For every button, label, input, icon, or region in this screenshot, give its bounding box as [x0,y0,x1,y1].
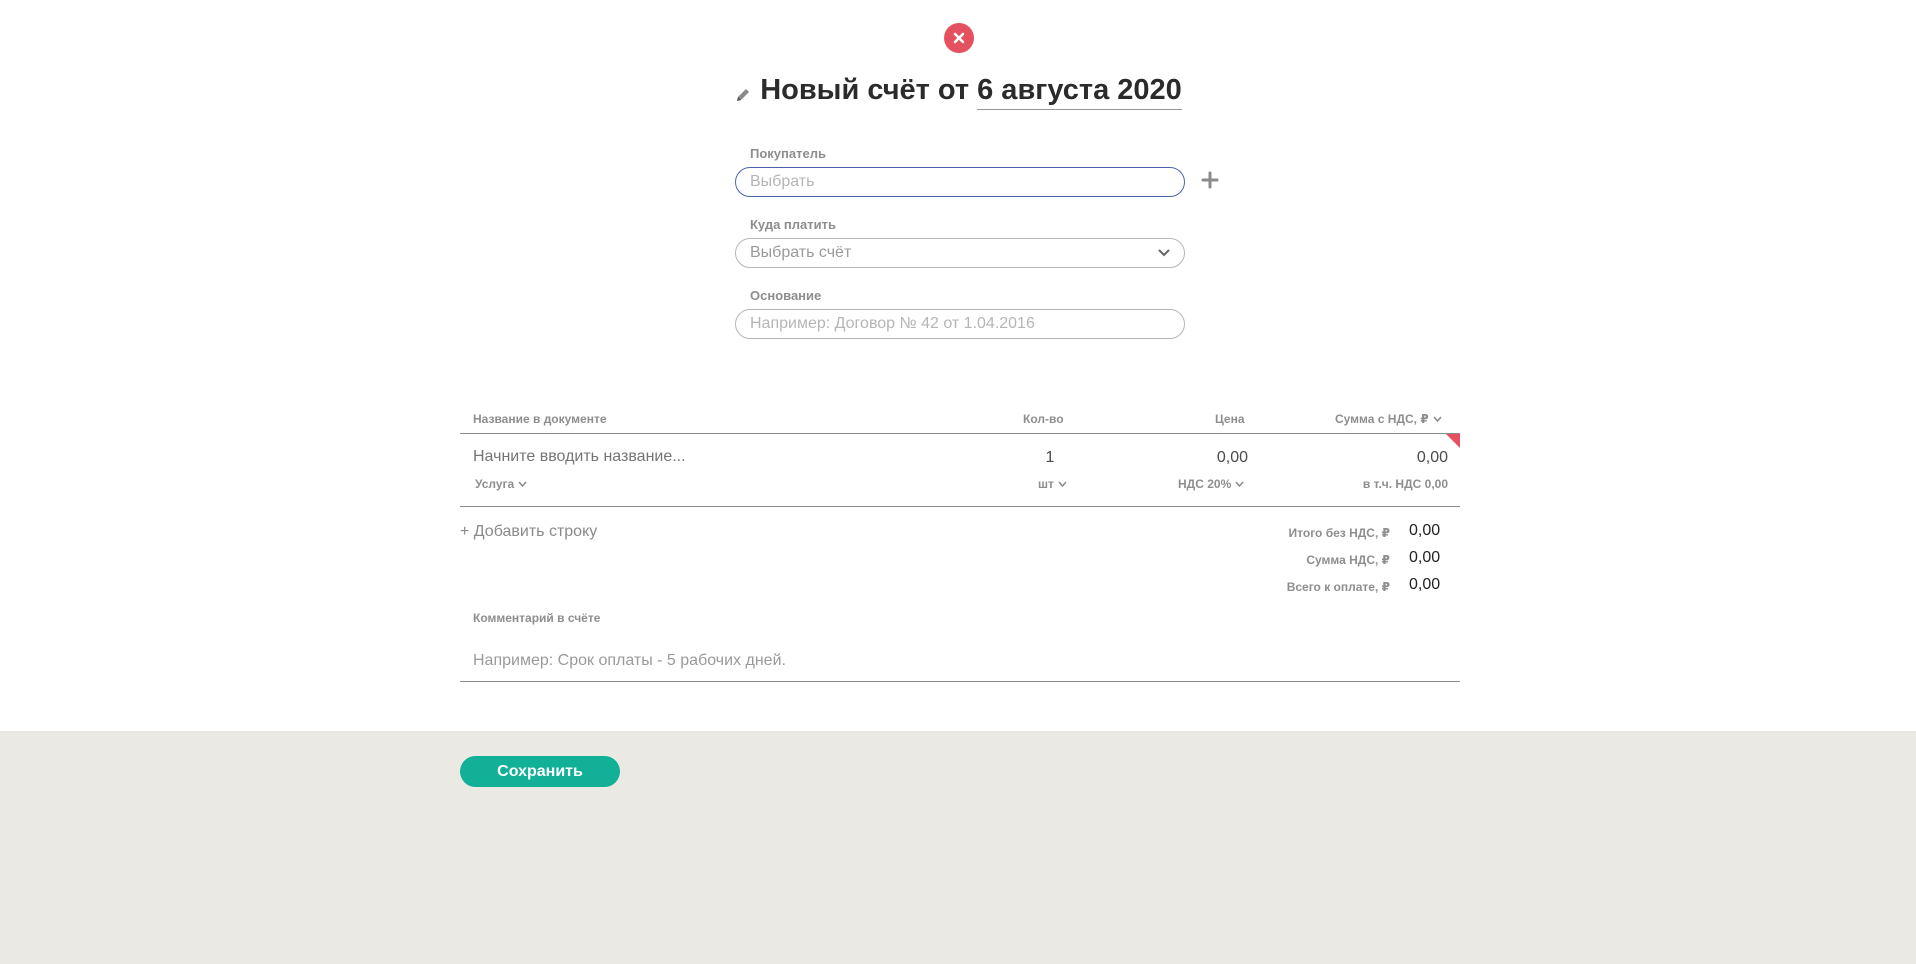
vat-total-label: Сумма НДС, ₽ [1306,553,1390,567]
item-type-select[interactable]: Услуга [475,477,527,491]
chevron-down-icon [518,481,527,487]
basis-input[interactable] [735,309,1185,339]
pay-to-select[interactable]: Выбрать счёт [735,238,1185,268]
close-button[interactable] [944,23,974,53]
chevron-down-icon [1158,249,1170,257]
pay-to-value: Выбрать счёт [750,244,852,261]
item-qty[interactable]: 1 [1025,449,1075,467]
item-unit-label: шт [1038,477,1054,491]
item-price[interactable]: 0,00 [1160,449,1248,467]
pencil-icon[interactable] [734,86,752,104]
column-qty-header: Кол-во [1023,412,1064,426]
required-marker [1446,434,1460,448]
save-button[interactable]: Сохранить [460,756,620,787]
footer-bar [0,731,1916,964]
item-vat-included: в т.ч. НДС 0,00 [1362,477,1448,491]
buyer-label: Покупатель [750,146,826,161]
item-name-input[interactable] [473,448,973,466]
add-row-button[interactable]: + Добавить строку [460,523,597,541]
comment-label: Комментарий в счёте [473,611,601,625]
invoice-date[interactable]: 6 августа 2020 [977,74,1182,110]
page-title: Новый счёт от 6 августа 2020 [0,74,1916,110]
chevron-down-icon [1433,416,1442,422]
net-total-value: 0,00 [1409,522,1441,539]
pay-to-label: Куда платить [750,217,836,232]
add-buyer-icon[interactable] [1200,170,1220,190]
item-vat-select[interactable]: НДС 20% [1178,477,1244,491]
table-row: 1 0,00 0,00 Услуга шт НДС 20% в т.ч. НДС… [460,434,1460,507]
basis-label: Основание [750,288,822,303]
items-table-header: Название в документе Кол-во Цена Сумма с… [460,412,1460,434]
chevron-down-icon [1058,481,1067,487]
item-type-label: Услуга [475,477,515,491]
comment-input[interactable] [460,640,1460,682]
chevron-down-icon [1235,481,1244,487]
net-total-label: Итого без НДС, ₽ [1288,526,1390,540]
grand-total-value: 0,00 [1409,576,1441,593]
item-sum[interactable]: 0,00 [1320,449,1448,467]
invoice-form: Новый счёт от 6 августа 2020 Покупатель … [0,0,1916,731]
item-unit-select[interactable]: шт [1038,477,1067,491]
close-icon [953,32,965,44]
buyer-input[interactable] [735,167,1185,197]
item-vat-label: НДС 20% [1178,477,1232,491]
column-sum-label: Сумма с НДС, ₽ [1335,412,1429,426]
grand-total-label: Всего к оплате, ₽ [1286,580,1390,594]
vat-total-value: 0,00 [1409,549,1441,566]
column-price-header: Цена [1215,412,1245,426]
column-sum-header[interactable]: Сумма с НДС, ₽ [1335,412,1442,426]
title-text: Новый счёт от [760,74,970,106]
column-name-header: Название в документе [473,412,607,426]
